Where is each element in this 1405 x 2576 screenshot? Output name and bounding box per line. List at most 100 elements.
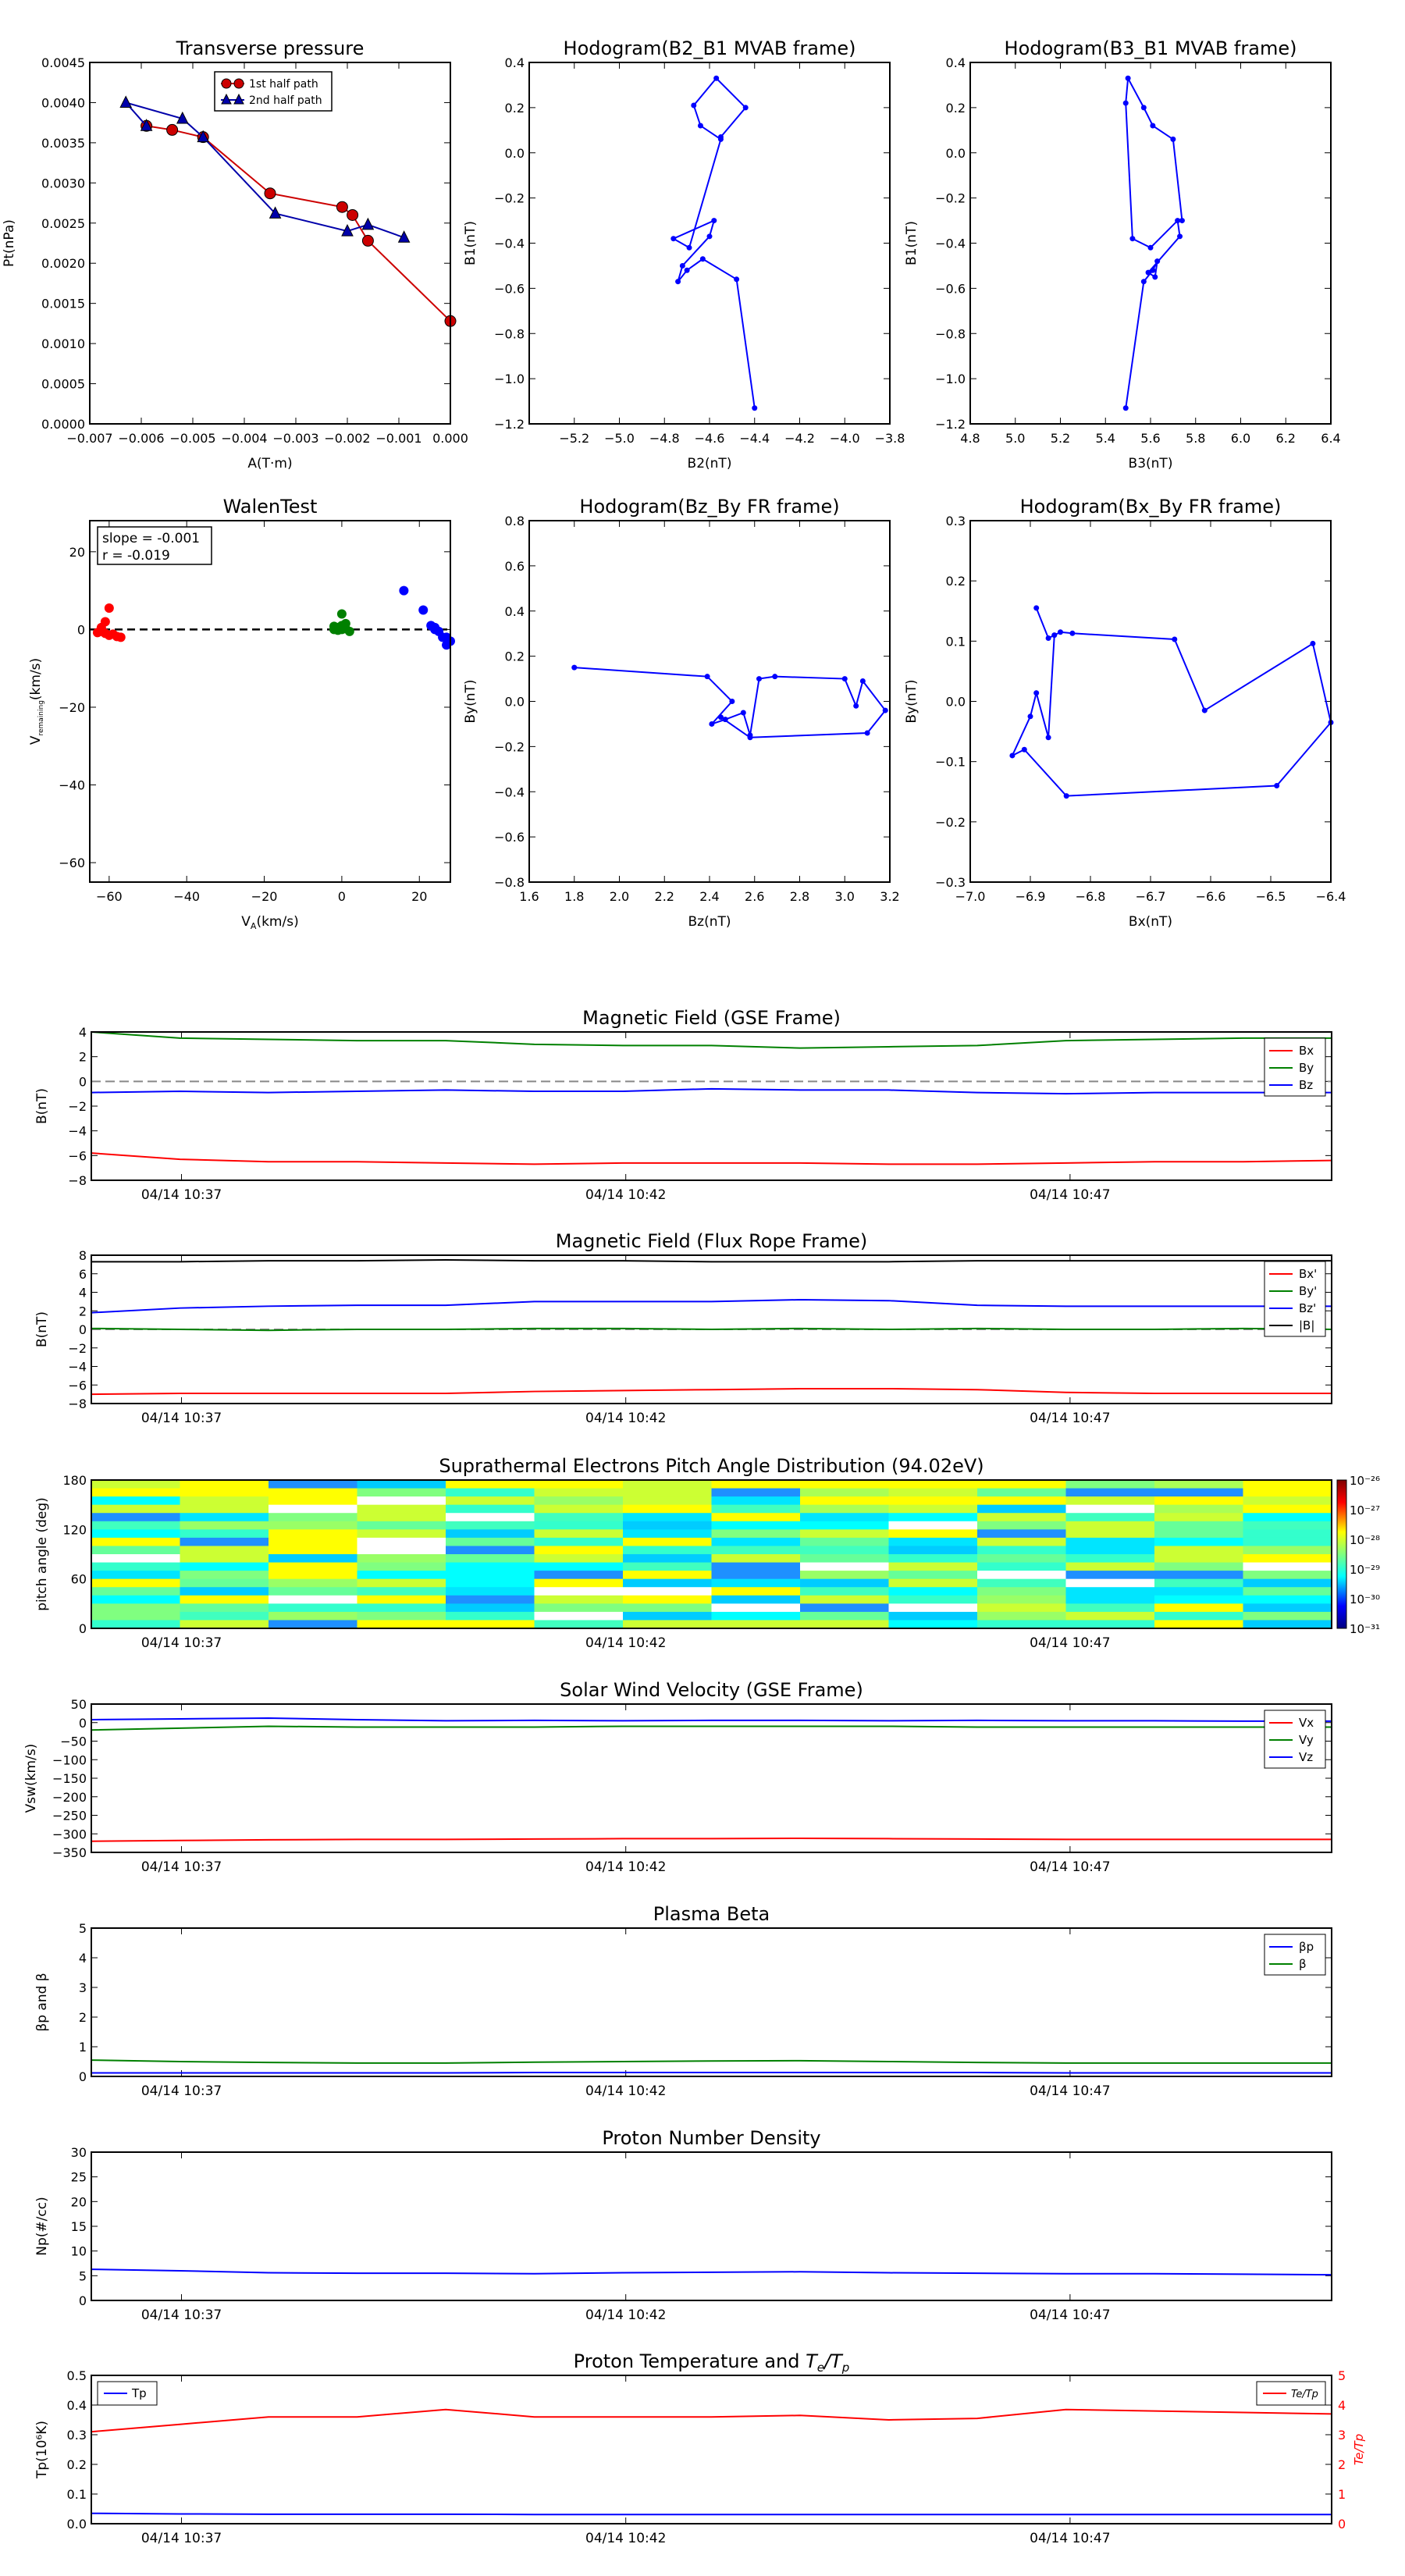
heatmap-cell: [446, 1513, 535, 1522]
heatmap-cell: [1243, 1595, 1332, 1604]
heatmap-cell: [269, 1620, 357, 1629]
heatmap-cell: [534, 1546, 624, 1555]
x-tick-label: −40: [173, 889, 200, 904]
heatmap-cell: [711, 1562, 801, 1571]
heatmap-cell: [977, 1546, 1066, 1555]
ts-panel-6: Proton Temperature and Te/Tp 0.0 0.1 0.2 0.3…: [34, 2350, 1366, 2546]
heatmap-cell: [623, 1620, 712, 1629]
data-point: [709, 720, 715, 727]
y2-tick-label: 4: [1338, 2398, 1346, 2413]
heatmap-cell: [1065, 1562, 1155, 1571]
heatmap-cell: [534, 1504, 624, 1514]
heatmap-cell: [357, 1554, 446, 1564]
y-tick-label: 2: [79, 2010, 87, 2025]
data-point: [706, 233, 713, 240]
x-tick-label: −4.8: [649, 431, 680, 446]
x-tick-label: −0.002: [324, 431, 370, 446]
heatmap-cell: [180, 1513, 269, 1522]
y-tick-label: 5: [79, 2268, 87, 2283]
time-tick-label: 04/14 10:37: [141, 2307, 222, 2323]
heatmap-cell: [269, 1537, 357, 1546]
heatmap-cell: [534, 1571, 624, 1580]
heatmap-cell: [269, 1571, 357, 1580]
y2-tick-label: 5: [1338, 2368, 1346, 2383]
data-point: [1152, 274, 1158, 280]
heatmap-cell: [91, 1513, 180, 1522]
scatter-point: [418, 605, 429, 615]
heatmap-cell: [91, 1504, 180, 1514]
y-tick-label: 15: [71, 2219, 87, 2234]
data-point: [675, 279, 681, 285]
heatmap-cell: [1154, 1571, 1243, 1580]
y-tick-label: 0.0: [505, 146, 525, 161]
y-tick-label: 10: [71, 2244, 87, 2259]
time-tick-label: 04/14 10:37: [141, 1411, 222, 1426]
colorbar: [1336, 1479, 1347, 1629]
y-tick-label: 0.0035: [41, 136, 85, 151]
y-tick-label: −0.2: [494, 739, 525, 754]
panel-title: Plasma Beta: [653, 1903, 770, 1925]
y-tick-label: 0.1: [67, 2487, 87, 2502]
heatmap-cell: [888, 1620, 978, 1629]
legend-label: Vy: [1299, 1733, 1314, 1747]
y-tick-label: −8: [68, 1173, 87, 1188]
heatmap-cell: [888, 1513, 978, 1522]
data-point: [166, 123, 179, 136]
y2-tick-label: 2: [1338, 2457, 1346, 2472]
heatmap-cell: [91, 1578, 180, 1588]
y-tick-label: −40: [59, 778, 85, 793]
y-tick-label: −0.8: [494, 326, 525, 341]
panel-title: Hodogram(B3_B1 MVAB frame): [1005, 37, 1297, 59]
time-tick-label: 04/14 10:42: [585, 2083, 666, 2099]
data-point: [747, 735, 753, 741]
x-tick-label: 4.8: [960, 431, 980, 446]
y-tick-label: −0.6: [935, 281, 966, 296]
legend-label: Bx: [1299, 1044, 1314, 1058]
y-tick-label: −50: [60, 1735, 87, 1749]
y-tick-label: 0.4: [946, 55, 966, 70]
heatmap-cell: [977, 1504, 1066, 1514]
x-tick-label: −7.0: [955, 889, 986, 904]
heatmap-cell: [357, 1578, 446, 1588]
y-tick-label: 0.0010: [41, 336, 85, 351]
time-tick-label: 04/14 10:37: [141, 2083, 222, 2099]
time-tick-label: 04/14 10:37: [141, 1635, 222, 1651]
series-line: [91, 1298, 1332, 1314]
x-tick-label: 1.6: [519, 889, 539, 904]
heatmap-cell: [180, 1521, 269, 1530]
colorbar-label: 10⁻²⁶: [1350, 1474, 1380, 1488]
y-tick-label: 0.0000: [41, 417, 85, 432]
y-tick-label: −0.6: [494, 281, 525, 296]
y-tick-label: 0.3: [946, 514, 966, 528]
y-tick-label: −4: [68, 1124, 87, 1139]
heatmap-cell: [711, 1611, 801, 1621]
series-line: [91, 2268, 1332, 2276]
y-tick-label: −60: [59, 856, 85, 870]
heatmap-cell: [534, 1562, 624, 1571]
heatmap-cell: [1154, 1521, 1243, 1530]
data-point: [1033, 605, 1040, 611]
heatmap-cell: [446, 1562, 535, 1571]
heatmap-cell: [888, 1603, 978, 1613]
y-tick-label: −8: [68, 1397, 87, 1411]
heatmap-cell: [800, 1513, 889, 1522]
heatmap-cell: [623, 1496, 712, 1506]
data-point: [1150, 123, 1156, 129]
heatmap-cell: [800, 1521, 889, 1530]
heatmap-cell: [1065, 1529, 1155, 1539]
y-tick-label: 2: [79, 1304, 87, 1318]
x-tick-label: 2.4: [699, 889, 719, 904]
heatmap-cell: [180, 1554, 269, 1564]
heatmap-cell: [1065, 1578, 1155, 1588]
heatmap-cell: [888, 1521, 978, 1530]
legend: Vx Vy Vz: [1264, 1710, 1326, 1769]
heatmap-cell: [91, 1529, 180, 1539]
y-axis-label: B1(nT): [463, 221, 478, 265]
legend-label: |B|: [1299, 1318, 1314, 1332]
y-tick-label: 0.2: [67, 2457, 87, 2472]
scatter-point: [399, 585, 409, 596]
figure-canvas: Transverse pressure −0.007 −0.006 −0.005 −0.…: [2, 37, 1380, 2546]
heatmap-cell: [357, 1480, 446, 1489]
x-tick-label: 5.4: [1096, 431, 1115, 446]
y-tick-label: 20: [71, 2194, 87, 2209]
